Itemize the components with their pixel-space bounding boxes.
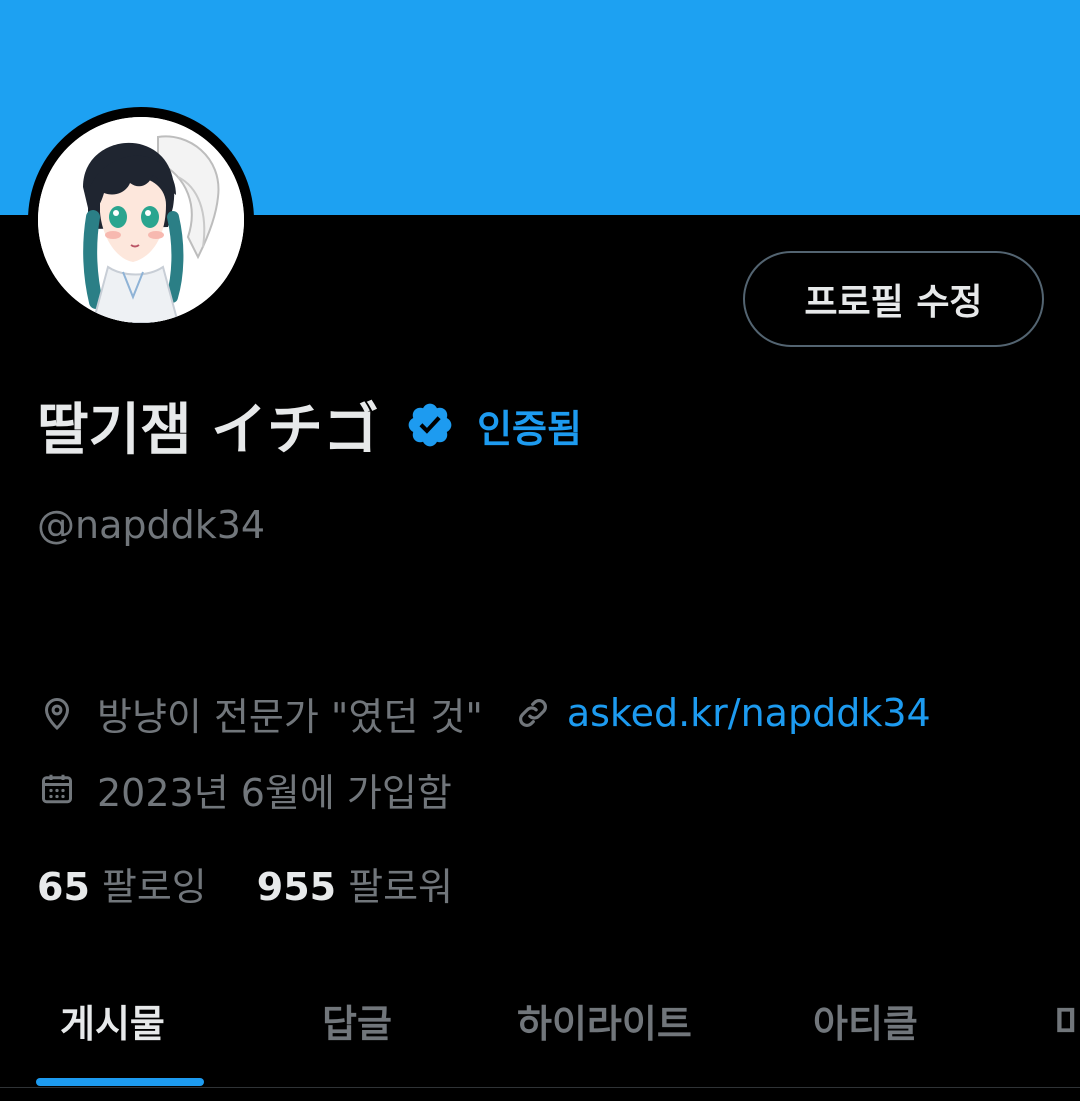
tab-media[interactable]: 미 — [1054, 993, 1080, 1048]
profile-link[interactable]: asked.kr/napddk34 — [567, 691, 931, 735]
followers-stat[interactable]: 955 팔로워 — [257, 856, 453, 911]
tab-highlights[interactable]: 하이라이트 — [517, 993, 692, 1048]
follow-stats: 65 팔로잉 955 팔로워 — [37, 856, 453, 910]
tab-articles[interactable]: 아티클 — [813, 993, 918, 1048]
avatar[interactable] — [28, 107, 254, 333]
avatar-image — [38, 117, 244, 323]
following-count: 65 — [37, 864, 90, 909]
profile-tabs: 게시물 답글 하이라이트 아티클 미 — [0, 975, 1080, 1101]
following-stat[interactable]: 65 팔로잉 — [37, 856, 207, 911]
location-pin-icon — [37, 693, 77, 733]
profile-meta-row: 방냥이 전문가 "였던 것" asked.kr/napddk34 — [37, 686, 931, 740]
tab-replies[interactable]: 답글 — [322, 993, 392, 1048]
followers-label: 팔로워 — [348, 864, 453, 909]
display-name: 딸기잼 イチゴ — [37, 397, 380, 463]
join-date-row: 2023년 6월에 가입함 — [37, 762, 452, 816]
join-date-text: 2023년 6월에 가입함 — [97, 770, 452, 815]
location-text: 방냥이 전문가 "였던 것" — [97, 694, 483, 739]
verified-badge-icon[interactable] — [405, 400, 455, 450]
verified-label[interactable]: 인증됨 — [477, 398, 582, 453]
tabs-divider — [0, 1087, 1080, 1088]
link-icon — [513, 693, 553, 733]
tab-posts[interactable]: 게시물 — [60, 993, 165, 1048]
active-tab-indicator — [36, 1078, 204, 1086]
user-handle: @napddk34 — [37, 503, 266, 547]
name-row: 딸기잼 イチゴ 인증됨 — [37, 390, 582, 463]
calendar-icon — [37, 769, 77, 809]
edit-profile-button[interactable]: 프로필 수정 — [743, 251, 1044, 347]
followers-count: 955 — [256, 864, 337, 909]
following-label: 팔로잉 — [101, 864, 207, 909]
